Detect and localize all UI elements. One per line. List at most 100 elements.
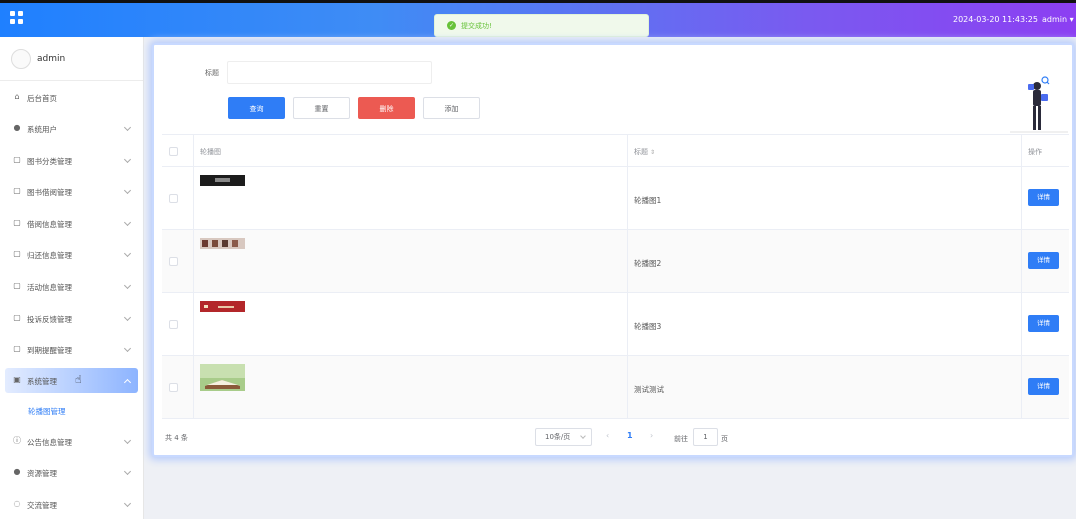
home-icon: ⌂ [14,92,20,101]
sidebar-item-book-category[interactable]: ▢ 图书分类管理 [5,148,138,173]
sidebar-username: admin [37,54,66,64]
detail-button[interactable]: 详情 [1028,252,1059,269]
toast-message: 提交成功! [461,22,492,30]
chevron-down-icon [123,218,132,227]
doc-icon: ▢ [13,281,21,290]
carousel-thumbnail [200,364,245,391]
sort-icon[interactable]: ⇕ [650,149,655,156]
header-action: 操作 [1028,148,1042,156]
title-search-input[interactable] [227,61,432,84]
check-circle-icon: ✓ [447,21,456,30]
sidebar-item-book-borrow[interactable]: ▢ 图书借阅管理 [5,179,138,204]
sidebar-item-complaints[interactable]: ▢ 投诉反馈管理 [5,306,138,331]
header-image: 轮播图 [200,148,221,156]
sidebar-item-label: 到期提醒管理 [27,346,72,355]
page-size-select[interactable]: 10条/页 [535,428,592,446]
sidebar-item-label: 资源管理 [27,469,57,478]
table-row: 测试测试 详情 [162,356,1069,419]
goto-page-input[interactable] [693,428,718,446]
sidebar-item-system-users[interactable]: ● 系统用户 [5,116,138,141]
query-button[interactable]: 查询 [228,97,285,119]
sidebar-subitem-carousel[interactable]: 轮播图管理 [28,406,66,417]
delete-button[interactable]: 删除 [358,97,415,119]
search-label: 标题 [205,69,219,77]
doc-icon: ▢ [13,249,21,258]
doc-icon: ▢ [13,344,21,353]
sidebar-item-label: 系统用户 [27,125,57,134]
doc-icon: ▢ [13,186,21,195]
location-icon: ● [13,467,21,476]
image-icon: ▣ [13,375,21,384]
header-title[interactable]: 标题 ⇕ [634,147,655,157]
sidebar-item-label: 后台首页 [27,94,57,103]
column-divider [193,134,194,419]
column-divider [1021,134,1022,419]
page-number-current[interactable]: 1 [627,431,633,440]
table-row: 轮播图3 详情 [162,293,1069,356]
chevron-down-icon [580,433,586,439]
chevron-down-icon: ▾ [1067,15,1074,24]
hand-pointer-icon: ☝ [75,373,82,386]
detail-button[interactable]: 详情 [1028,315,1059,332]
row-checkbox[interactable] [169,383,178,392]
person-search-illustration [1010,76,1068,133]
sidebar-item-communication[interactable]: ◌ 交流管理 [5,492,138,517]
sidebar-item-activity-info[interactable]: ▢ 活动信息管理 [5,274,138,299]
sidebar-item-home[interactable]: ⌂ 后台首页 [5,85,138,110]
carousel-thumbnail [200,175,245,186]
chevron-down-icon [123,344,132,353]
doc-icon: ▢ [13,313,21,322]
row-title: 测试测试 [634,385,664,394]
total-count: 共 4 条 [165,434,188,442]
sidebar-item-due-reminder[interactable]: ▢ 到期提醒管理 [5,337,138,362]
page-size-value: 10条/页 [545,433,571,441]
chevron-up-icon [123,378,132,387]
detail-button[interactable]: 详情 [1028,378,1059,395]
apps-grid-icon[interactable] [10,11,23,24]
chevron-down-icon [123,186,132,195]
sidebar-item-system-management[interactable]: ▣ 系统管理 [5,368,138,393]
row-title: 轮播图1 [634,196,662,205]
chat-icon: ◌ [13,499,21,508]
goto-label: 前往 [674,435,688,443]
prev-page-button[interactable]: ‹ [606,431,609,440]
chevron-down-icon [123,123,132,132]
user-name: admin [1042,15,1068,24]
sidebar-item-borrow-info[interactable]: ▢ 借阅信息管理 [5,211,138,236]
carousel-thumbnail [200,238,245,249]
sidebar-item-label: 交流管理 [27,501,57,510]
row-title: 轮播图2 [634,259,662,268]
select-all-checkbox[interactable] [169,147,178,156]
sidebar-item-label: 图书分类管理 [27,157,72,166]
column-divider [627,134,628,419]
sidebar-item-label: 归还信息管理 [27,251,72,260]
row-title: 轮播图3 [634,322,662,331]
sidebar-profile: admin [0,37,143,81]
row-checkbox[interactable] [169,320,178,329]
add-button[interactable]: 添加 [423,97,480,119]
chevron-down-icon [123,499,132,508]
goto-suffix: 页 [721,435,728,443]
datetime-display: 2024-03-20 11:43:25 [953,15,1038,24]
table-header: 轮播图 标题 ⇕ 操作 [162,134,1069,167]
sidebar-item-label: 借阅信息管理 [27,220,72,229]
detail-button[interactable]: 详情 [1028,189,1059,206]
row-checkbox[interactable] [169,257,178,266]
chevron-down-icon [123,313,132,322]
chevron-down-icon [123,155,132,164]
sidebar-item-label: 图书借阅管理 [27,188,72,197]
sidebar-item-return-info[interactable]: ▢ 归还信息管理 [5,242,138,267]
row-checkbox[interactable] [169,194,178,203]
sidebar-item-announcements[interactable]: ⓘ 公告信息管理 [5,429,138,454]
avatar [11,49,31,69]
next-page-button[interactable]: › [650,431,653,440]
header-title-label: 标题 [634,148,648,156]
chevron-down-icon [123,281,132,290]
chevron-down-icon [123,249,132,258]
sidebar-item-label: 投诉反馈管理 [27,315,72,324]
success-toast: ✓ 提交成功! [434,14,649,37]
user-menu[interactable]: admin ▾ [1042,15,1074,24]
reset-button[interactable]: 重置 [293,97,350,119]
info-icon: ⓘ [13,436,21,445]
sidebar-item-resources[interactable]: ● 资源管理 [5,460,138,485]
